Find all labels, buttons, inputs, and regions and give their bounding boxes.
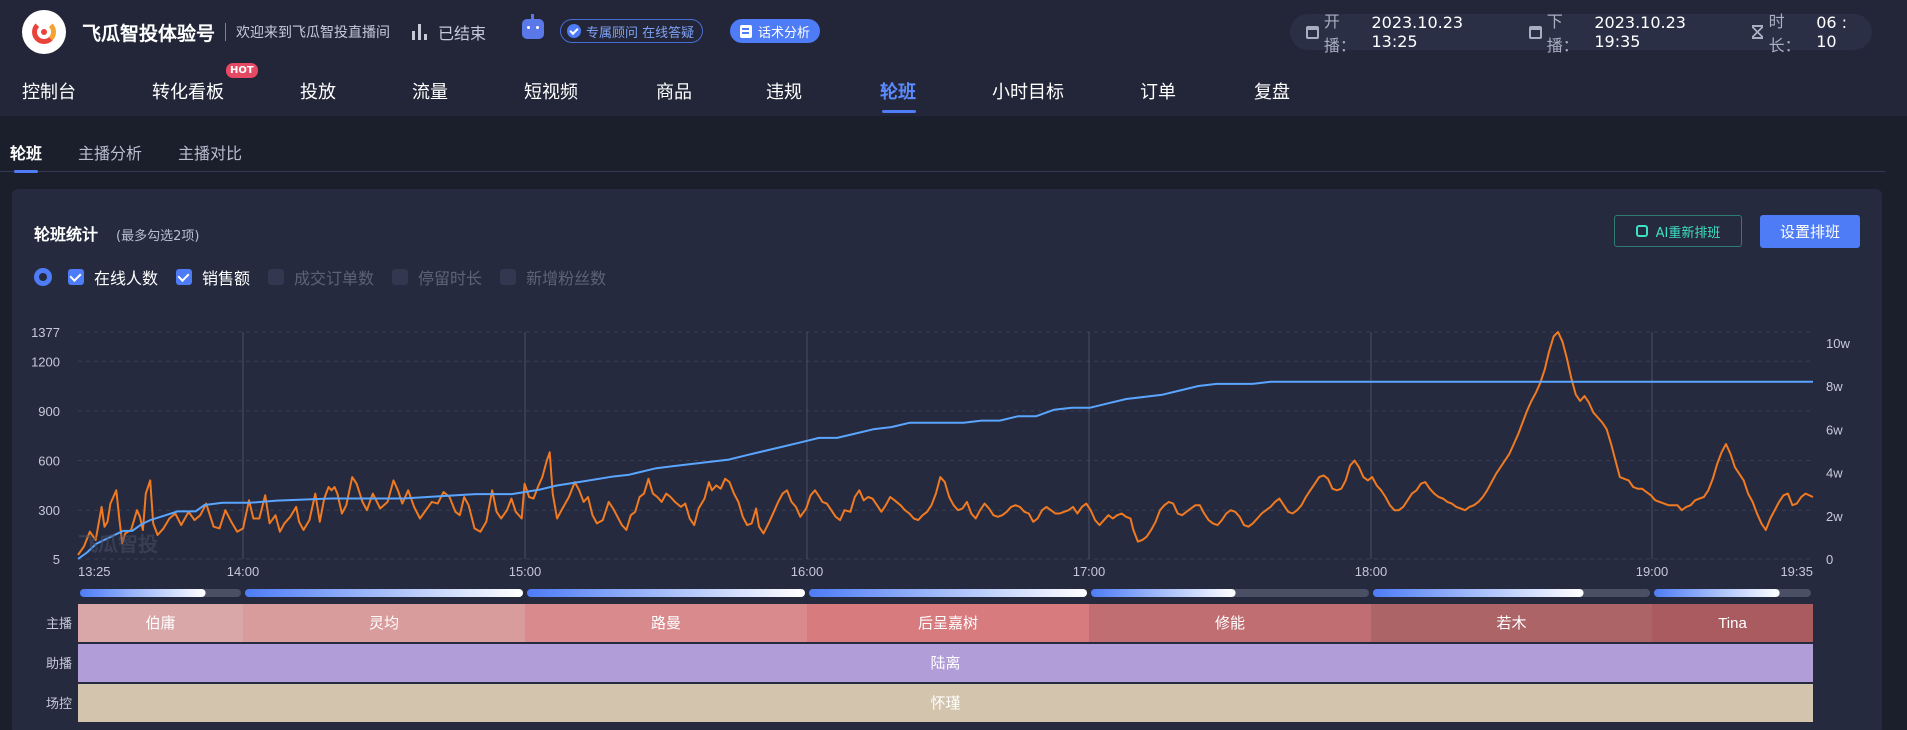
shift-progress-fill [245, 589, 523, 597]
x-tick-label: 13:25 [78, 564, 111, 579]
host-segment-label: 伯庸 [145, 614, 175, 632]
x-tick-label: 16:00 [791, 564, 824, 579]
shift-progress-fill [527, 589, 805, 597]
schedule-row-label: 助播 [46, 656, 72, 671]
x-tick-label: 18:00 [1355, 564, 1388, 579]
shift-progress-fill [1654, 589, 1780, 597]
schedule-row-label: 场控 [46, 696, 72, 711]
host-segment-label: 后呈嘉树 [918, 615, 978, 632]
host-segment-label: 若木 [1496, 615, 1526, 632]
online-users-line [77, 331, 1814, 556]
host-segment-label: Tina [1718, 615, 1747, 632]
host-segment-label: 修能 [1215, 615, 1245, 632]
schedule-segment-label: 怀瑾 [930, 695, 960, 712]
x-tick-label: 19:35 [1780, 564, 1813, 579]
shift-progress-fill [1091, 589, 1236, 597]
y-right-tick-label: 8w [1826, 379, 1843, 394]
x-tick-label: 17:00 [1073, 564, 1106, 579]
y-right-tick-label: 2w [1826, 509, 1843, 524]
x-tick-label: 15:00 [509, 564, 542, 579]
y-right-tick-label: 0 [1826, 552, 1833, 567]
y-right-tick-label: 4w [1826, 466, 1843, 481]
shift-progress-fill [809, 589, 1087, 597]
x-tick-label: 14:00 [227, 564, 260, 579]
y-right-tick-label: 6w [1826, 422, 1843, 437]
y-left-tick-label: 5 [53, 552, 60, 567]
y-left-tick-label: 1200 [31, 354, 60, 369]
sales-line [77, 380, 1813, 560]
y-left-tick-label: 600 [38, 454, 60, 469]
y-right-tick-label: 10w [1826, 336, 1850, 351]
watermark: 飞瓜智投 [78, 532, 158, 556]
shift-progress-fill [80, 589, 206, 597]
y-left-tick-label: 900 [38, 404, 60, 419]
y-left-tick-label: 300 [38, 503, 60, 518]
schedule-row-label: 主播 [46, 616, 72, 631]
host-segment-label: 灵均 [369, 615, 399, 632]
shift-progress-fill [1373, 589, 1584, 597]
host-segment-label: 路曼 [651, 615, 681, 632]
x-tick-label: 19:00 [1636, 564, 1669, 579]
schedule-segment-label: 陆离 [930, 655, 960, 672]
y-left-tick-label: 1377 [31, 325, 60, 340]
shift-chart: 1377 1200 900 600 300 5 10w 8w 6w 4w 2w 0 13:25 14:00… [31, 325, 1850, 722]
